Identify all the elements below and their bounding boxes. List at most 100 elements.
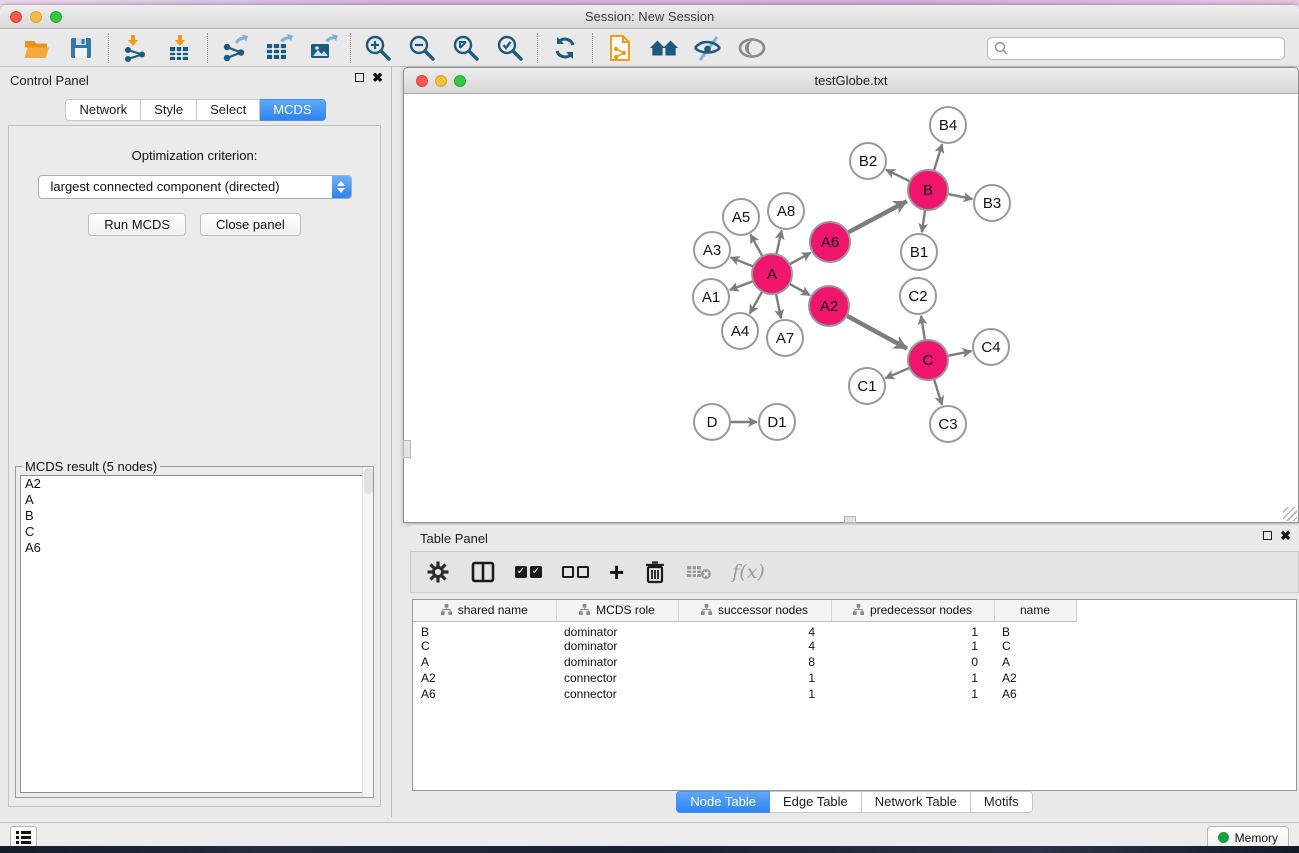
cell-name[interactable]: A2 — [994, 670, 1076, 686]
result-scrollbar[interactable] — [362, 467, 373, 797]
table-row[interactable]: Cdominator41C — [413, 639, 1296, 655]
export-image-icon[interactable] — [308, 33, 338, 63]
import-network-icon[interactable] — [121, 33, 151, 63]
cell-shared_name[interactable]: C — [413, 639, 556, 655]
tab-motifs[interactable]: Motifs — [971, 791, 1033, 813]
export-table-icon[interactable] — [264, 33, 294, 63]
cell-predecessor_nodes[interactable]: 1 — [831, 639, 994, 655]
close-panel-icon[interactable]: ✖ — [372, 72, 383, 83]
table-row[interactable]: A2connector11A2 — [413, 670, 1296, 686]
cell-name[interactable]: A — [994, 654, 1076, 670]
edge-A-A5[interactable] — [751, 235, 764, 259]
tab-node-table[interactable]: Node Table — [676, 791, 770, 813]
cell-shared_name[interactable]: A2 — [413, 670, 556, 686]
add-column-icon[interactable]: + — [609, 557, 624, 587]
cell-shared_name[interactable]: A — [413, 654, 556, 670]
splitter-handle-bottom[interactable] — [844, 516, 856, 523]
node-C3[interactable]: C3 — [930, 406, 966, 442]
mcds-result-list[interactable]: A2ABCA6 — [20, 475, 369, 793]
zoom-in-icon[interactable] — [363, 33, 393, 63]
delete-table-icon[interactable] — [686, 557, 712, 587]
node-B2[interactable]: B2 — [850, 143, 886, 179]
cell-predecessor_nodes[interactable]: 1 — [831, 670, 994, 686]
node-A4[interactable]: A4 — [722, 313, 758, 349]
cell-name[interactable]: A6 — [994, 686, 1076, 702]
cell-successor_nodes[interactable]: 4 — [678, 639, 831, 655]
cell-predecessor_nodes[interactable]: 0 — [831, 654, 994, 670]
tab-select[interactable]: Select — [197, 99, 260, 121]
splitter-handle-left[interactable] — [403, 440, 411, 458]
run-mcds-button[interactable]: Run MCDS — [88, 213, 186, 236]
network-from-document-icon[interactable] — [605, 33, 635, 63]
resize-grip-icon[interactable] — [1283, 507, 1297, 521]
float-table-panel-icon[interactable] — [1263, 531, 1272, 540]
node-C4[interactable]: C4 — [973, 329, 1009, 365]
edge-A-A1[interactable] — [730, 280, 755, 290]
zoom-out-icon[interactable] — [407, 33, 437, 63]
table-row[interactable]: Bdominator41B — [413, 621, 1296, 639]
save-session-icon[interactable] — [66, 33, 96, 63]
node-C[interactable]: C — [908, 340, 948, 380]
node-C2[interactable]: C2 — [900, 278, 936, 314]
node-A3[interactable]: A3 — [694, 232, 730, 268]
column-header-shared-name[interactable]: shared name — [413, 600, 556, 621]
delete-column-icon[interactable] — [644, 557, 666, 587]
node-D[interactable]: D — [694, 404, 730, 440]
zoom-selected-icon[interactable] — [495, 33, 525, 63]
node-A7[interactable]: A7 — [767, 320, 803, 356]
cell-mcds_role[interactable]: connector — [556, 670, 678, 686]
cell-mcds_role[interactable]: dominator — [556, 654, 678, 670]
edge-A-A3[interactable] — [731, 257, 756, 267]
edge-B-B1[interactable] — [922, 208, 926, 232]
function-builder-icon[interactable]: f(x) — [732, 557, 765, 587]
network-graph[interactable]: AA1A2A3A4A5A6A7A8BB1B2B3B4CC1C2C3C4DD1 — [404, 94, 1298, 522]
node-A6[interactable]: A6 — [810, 222, 850, 262]
import-table-icon[interactable] — [165, 33, 195, 63]
node-A[interactable]: A — [752, 254, 792, 294]
cell-predecessor_nodes[interactable]: 1 — [831, 621, 994, 639]
tab-style[interactable]: Style — [141, 99, 197, 121]
node-B3[interactable]: B3 — [974, 185, 1010, 221]
node-A5[interactable]: A5 — [723, 199, 759, 235]
mcds-result-item[interactable]: C — [21, 524, 368, 540]
edge-B-B4[interactable] — [933, 144, 942, 173]
edge-C-C2[interactable] — [921, 316, 925, 342]
column-header-predecessor-nodes[interactable]: predecessor nodes — [831, 600, 994, 621]
cell-successor_nodes[interactable]: 4 — [678, 621, 831, 639]
network-window-titlebar[interactable]: testGlobe.txt — [404, 68, 1298, 94]
cell-name[interactable]: C — [994, 639, 1076, 655]
table-row[interactable]: Adominator80A — [413, 654, 1296, 670]
show-graphics-icon[interactable] — [737, 33, 767, 63]
criterion-select[interactable]: largest connected component (directed) — [38, 175, 352, 199]
node-D1[interactable]: D1 — [759, 404, 795, 440]
table-settings-icon[interactable] — [425, 557, 451, 587]
cell-successor_nodes[interactable]: 1 — [678, 670, 831, 686]
edge-C-C3[interactable] — [933, 377, 942, 405]
select-all-icon[interactable]: ✓✓ — [515, 557, 542, 587]
tab-network-table[interactable]: Network Table — [862, 791, 971, 813]
cell-shared_name[interactable]: A6 — [413, 686, 556, 702]
edge-A6-B[interactable] — [846, 201, 907, 233]
cell-mcds_role[interactable]: connector — [556, 686, 678, 702]
home-icon[interactable] — [649, 33, 679, 63]
column-header-MCDS-role[interactable]: MCDS role — [556, 600, 678, 621]
close-table-panel-icon[interactable]: ✖ — [1280, 530, 1291, 541]
cell-successor_nodes[interactable]: 8 — [678, 654, 831, 670]
node-B[interactable]: B — [908, 170, 948, 210]
float-panel-icon[interactable] — [355, 73, 364, 82]
tab-network[interactable]: Network — [65, 99, 141, 121]
mcds-result-item[interactable]: A — [21, 492, 368, 508]
node-A1[interactable]: A1 — [693, 279, 729, 315]
edge-B-B2[interactable] — [886, 170, 912, 182]
cell-mcds_role[interactable]: dominator — [556, 639, 678, 655]
cell-predecessor_nodes[interactable]: 1 — [831, 686, 994, 702]
edge-A-A8[interactable] — [776, 231, 782, 257]
edge-B-B3[interactable] — [946, 194, 973, 199]
deselect-all-icon[interactable] — [562, 557, 589, 587]
mcds-result-item[interactable]: A2 — [21, 476, 368, 492]
edge-C-C1[interactable] — [885, 367, 911, 378]
cell-name[interactable]: B — [994, 621, 1076, 639]
edge-A-A6[interactable] — [788, 253, 811, 266]
tab-mcds[interactable]: MCDS — [260, 99, 325, 121]
table-row[interactable]: A6connector11A6 — [413, 686, 1296, 702]
